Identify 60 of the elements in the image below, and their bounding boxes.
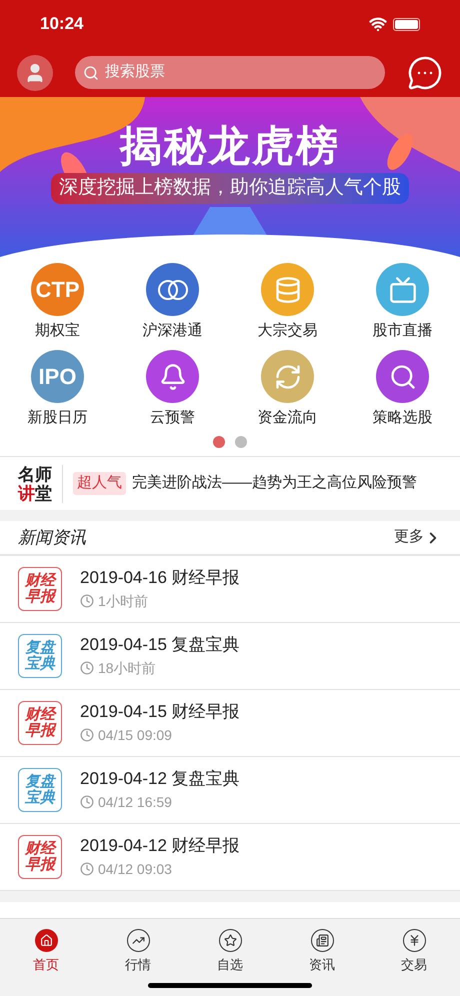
shortcut-item[interactable]: 云预警 [115,350,230,428]
news-time: 04/15 09:09 [98,726,172,744]
tab-item[interactable]: 自选 [184,929,276,974]
news-title: 2019-04-12 复盘宝典 [80,768,240,790]
home-icon [34,929,58,952]
report-badge: 复盘宝典 [18,768,62,812]
clock-icon [80,728,94,742]
lecture-headline[interactable]: 完美进阶战法——趋势为王之高位风险预警 [132,472,417,495]
report-badge: 财经早报 [18,567,62,611]
shortcut-item[interactable]: 沪深港通 [115,263,230,341]
news-time: 04/12 16:59 [98,792,172,812]
shortcut-item[interactable]: CTP 期权宝 [0,263,115,341]
shortcut-item[interactable]: 大宗交易 [230,263,345,341]
coins-icon [261,263,314,316]
clock-icon [80,661,94,675]
avatar-button[interactable] [17,54,53,90]
tag: 超人气 [73,472,126,495]
tab-item[interactable]: 资讯 [276,929,368,974]
news-item[interactable]: 复盘宝典 2019-04-15 复盘宝典 18小时前 [0,623,460,690]
news-icon [310,929,334,952]
shortcut-item[interactable]: IPO 新股日历 [0,350,115,428]
shortcut-item[interactable]: 股市直播 [345,263,460,341]
ipo-icon: IPO [31,350,84,403]
banner[interactable]: 揭秘龙虎榜 深度挖掘上榜数据，助你追踪高人气个股 [0,97,460,257]
shortcut-item[interactable]: 资金流向 [230,350,345,428]
news-title: 2019-04-15 复盘宝典 [80,634,240,656]
news-time: 1小时前 [98,592,148,610]
search-field[interactable]: 搜索股票 [75,56,385,89]
search-icon [83,64,99,80]
news-item[interactable]: 复盘宝典 2019-04-12 复盘宝典 04/12 16:59 [0,757,460,824]
section-title: 新闻资讯 [18,526,86,549]
status-time: 10:24 [40,13,84,36]
shortcut-item[interactable]: 策略选股 [345,350,460,428]
news-item[interactable]: 财经早报 2019-04-16 财经早报 1小时前 [0,556,460,623]
message-icon[interactable] [407,54,443,90]
tab-item[interactable]: 交易 [368,929,460,974]
clock-icon [80,594,94,608]
report-badge: 复盘宝典 [18,634,62,678]
news-title: 2019-04-16 财经早报 [80,566,240,588]
news-time: 04/12 09:03 [98,860,172,878]
chart-icon [126,929,150,952]
ctp-icon: CTP [31,263,84,316]
banner-subtitle: 深度挖掘上榜数据，助你追踪高人气个股 [51,173,409,204]
news-title: 2019-04-15 财经早报 [80,700,240,722]
tab-item[interactable]: 行情 [92,929,184,974]
search-input[interactable]: 搜索股票 [105,61,305,84]
report-badge: 财经早报 [18,835,62,879]
news-time: 18小时前 [98,658,156,678]
news-item[interactable]: 财经早报 2019-04-15 财经早报 04/15 09:09 [0,690,460,757]
clock-icon [80,795,94,809]
tab-item[interactable]: 首页 [0,929,92,974]
news-title: 2019-04-12 财经早报 [80,834,240,856]
wifi-icon [369,15,387,33]
battery-icon [393,18,420,30]
news-item[interactable]: 财经早报 2019-04-12 财经早报 04/12 09:03 [0,824,460,891]
clock-icon [80,862,94,876]
banner-title: 揭秘龙虎榜 [120,125,340,167]
more-link[interactable]: 更多 [394,526,442,549]
report-badge: 财经早报 [18,701,62,745]
lecture-logo: 名师 讲堂 [18,464,63,502]
